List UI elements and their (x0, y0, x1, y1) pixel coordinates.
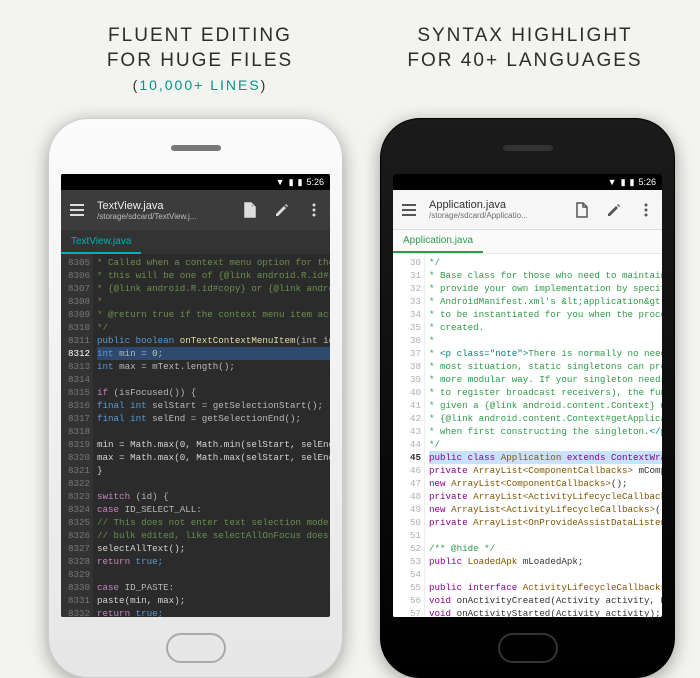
headline-line1: SYNTAX HIGHLIGHT (390, 24, 660, 49)
status-time: 5:26 (638, 177, 656, 187)
new-file-icon[interactable] (238, 198, 262, 222)
overflow-icon[interactable] (302, 198, 326, 222)
status-bar: ▼ ▮ ▮ 5:26 (393, 174, 662, 190)
signal-icon: ▮ (289, 177, 294, 188)
app-bar: Application.java /storage/sdcard/Applica… (393, 190, 662, 230)
code-editor[interactable]: 8305830683078308830983108311831283138314… (61, 254, 330, 617)
file-title: TextView.java (97, 200, 230, 212)
tab-bar: TextView.java (61, 230, 330, 254)
wifi-icon: ▼ (276, 177, 285, 187)
headline-line1: FLUENT EDITING (65, 24, 335, 49)
edit-icon[interactable] (602, 198, 626, 222)
file-path: /storage/sdcard/TextView.j... (97, 212, 230, 221)
phone-left: ▼ ▮ ▮ 5:26 TextView.java /storage/sdcard… (48, 118, 343, 678)
home-button[interactable] (498, 633, 558, 663)
screen-left: ▼ ▮ ▮ 5:26 TextView.java /storage/sdcard… (61, 174, 330, 617)
app-bar: TextView.java /storage/sdcard/TextView.j… (61, 190, 330, 230)
battery-icon: ▮ (630, 177, 635, 188)
phone-right: ▼ ▮ ▮ 5:26 Application.java /storage/sdc… (380, 118, 675, 678)
file-title: Application.java (429, 199, 562, 211)
status-time: 5:26 (306, 177, 324, 187)
edit-icon[interactable] (270, 198, 294, 222)
overflow-icon[interactable] (634, 198, 658, 222)
tab-active[interactable]: TextView.java (61, 230, 141, 254)
screen-right: ▼ ▮ ▮ 5:26 Application.java /storage/sdc… (393, 174, 662, 617)
tab-bar: Application.java (393, 230, 662, 254)
signal-icon: ▮ (621, 177, 626, 188)
headline-line2: FOR 40+ LANGUAGES (390, 49, 660, 74)
wifi-icon: ▼ (608, 177, 617, 187)
tab-active[interactable]: Application.java (393, 230, 483, 253)
new-file-icon[interactable] (570, 198, 594, 222)
headline-sub: (10,000+ LINES) (65, 77, 335, 93)
headline-line2: FOR HUGE FILES (65, 49, 335, 74)
headline-left: FLUENT EDITING FOR HUGE FILES (10,000+ L… (65, 24, 335, 93)
home-button[interactable] (166, 633, 226, 663)
headline-right: SYNTAX HIGHLIGHT FOR 40+ LANGUAGES (390, 24, 660, 73)
file-path: /storage/sdcard/Applicatio... (429, 211, 562, 220)
menu-icon[interactable] (65, 198, 89, 222)
battery-icon: ▮ (298, 177, 303, 188)
code-editor[interactable]: 3031323334353637383940414243444546474849… (393, 254, 662, 617)
menu-icon[interactable] (397, 198, 421, 222)
status-bar: ▼ ▮ ▮ 5:26 (61, 174, 330, 190)
